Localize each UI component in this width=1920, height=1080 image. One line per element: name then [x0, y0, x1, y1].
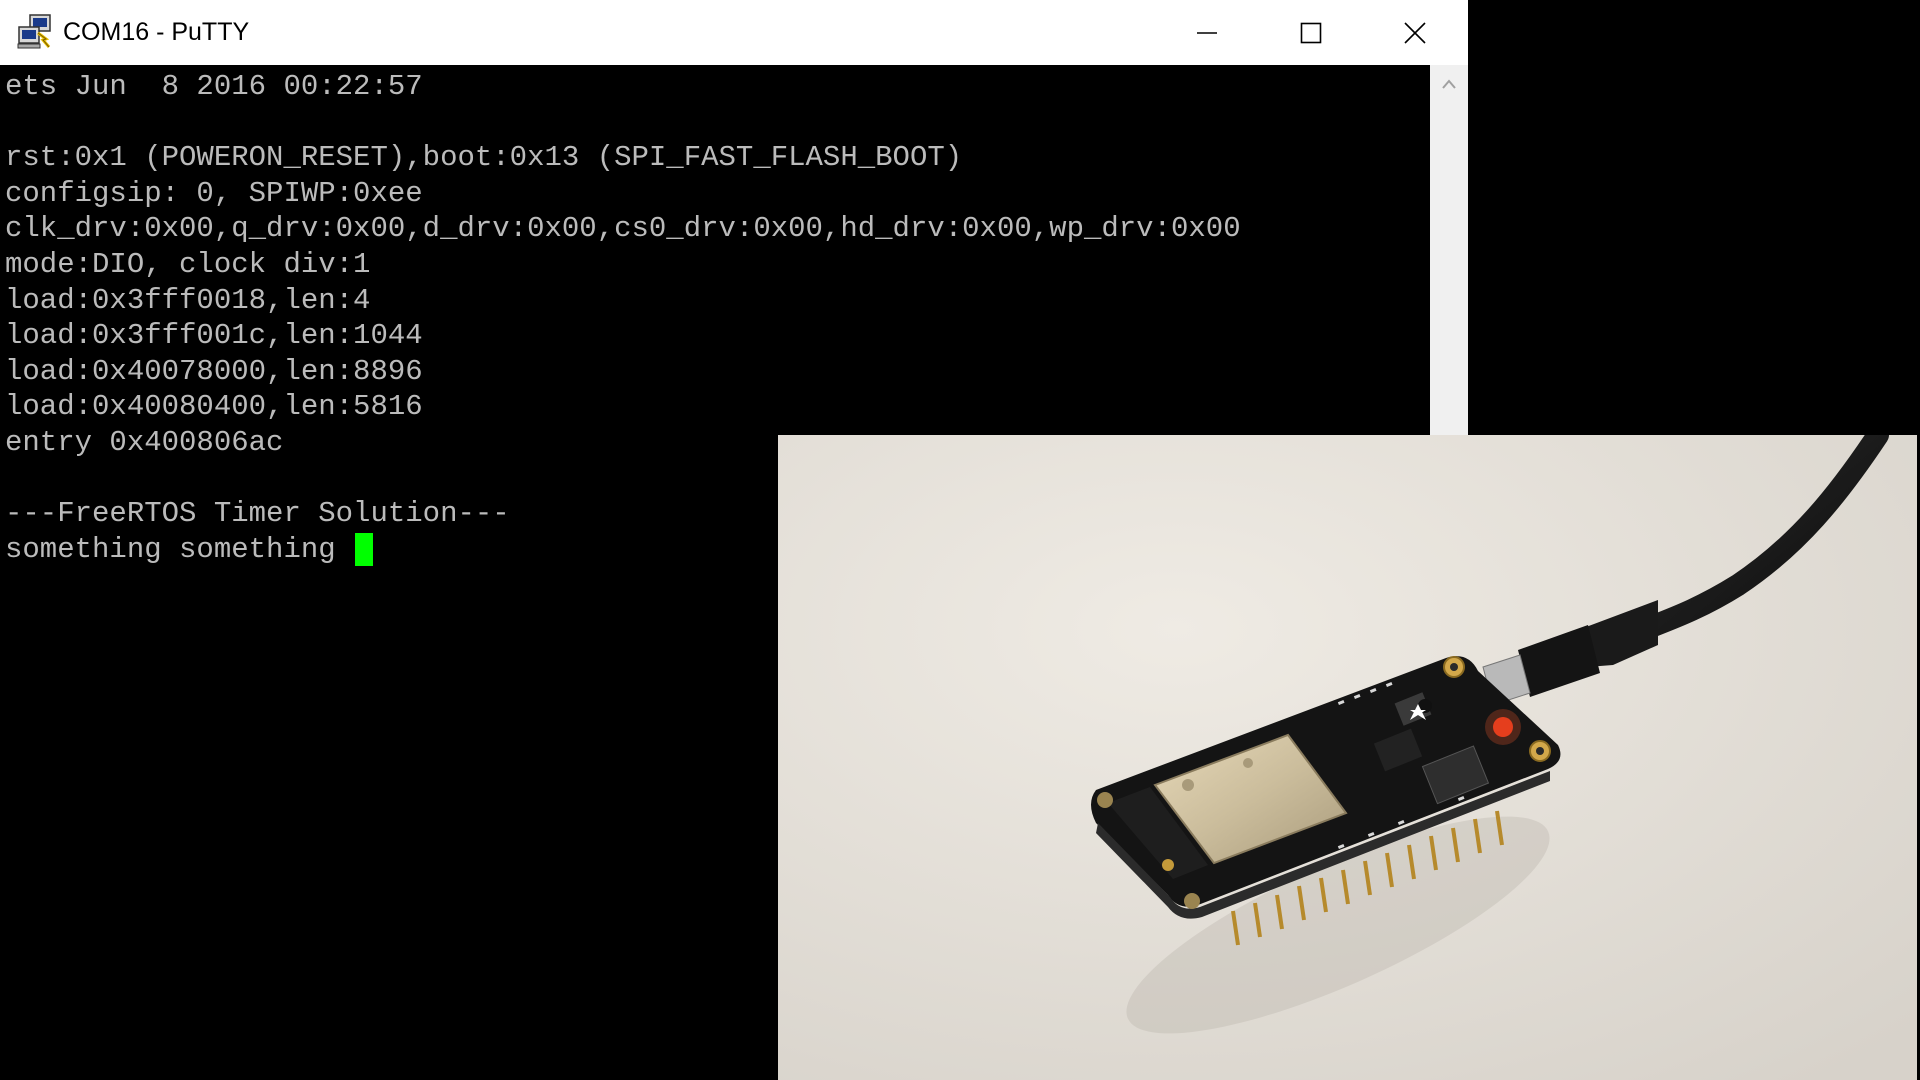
- terminal-line: configsip: 0, SPIWP:0xee: [5, 176, 423, 210]
- terminal-line: rst:0x1 (POWERON_RESET),boot:0x13 (SPI_F…: [5, 141, 963, 175]
- close-icon: [1404, 21, 1426, 44]
- maximize-icon: [1300, 22, 1322, 43]
- chevron-up-icon[interactable]: [1441, 78, 1457, 90]
- terminal-line: load:0x3fff001c,len:1044: [5, 319, 423, 353]
- terminal-line: ets Jun 8 2016 00:22:57: [5, 70, 423, 103]
- terminal-line: load:0x40078000,len:8896: [5, 354, 423, 388]
- terminal-line-text: something something: [5, 532, 354, 566]
- esp32-board-photo: [778, 435, 1917, 1080]
- terminal-line: clk_drv:0x00,q_drv:0x00,d_drv:0x00,cs0_d…: [5, 212, 1241, 246]
- maximize-button[interactable]: [1259, 0, 1363, 65]
- terminal-line: mode:DIO, clock div:1: [5, 247, 371, 281]
- terminal-line: load:0x40080400,len:5816: [5, 390, 423, 424]
- close-button[interactable]: [1363, 0, 1467, 65]
- terminal-cursor: [355, 532, 374, 566]
- video-overlay: [778, 435, 1917, 1080]
- terminal-line: load:0x3fff0018,len:4: [5, 283, 371, 317]
- minimize-button[interactable]: [1155, 0, 1259, 65]
- title-bar[interactable]: COM16 - PuTTY: [0, 0, 1468, 65]
- minimize-icon: [1197, 31, 1217, 34]
- putty-icon[interactable]: [16, 13, 56, 51]
- window-title: COM16 - PuTTY: [63, 18, 250, 46]
